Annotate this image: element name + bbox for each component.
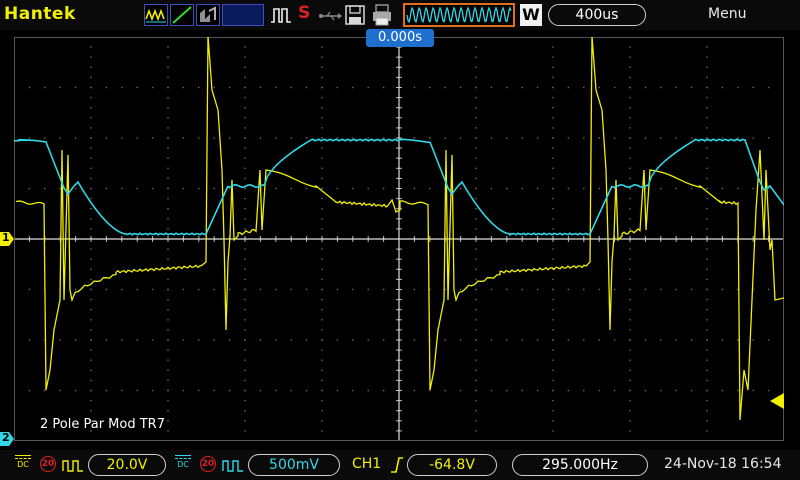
acquire-mode-button[interactable]: W bbox=[520, 4, 542, 26]
trigger-level-marker[interactable] bbox=[770, 393, 784, 413]
trigger-level-readout[interactable]: -64.8V bbox=[407, 454, 497, 476]
ch1-level-marker[interactable]: 1 bbox=[0, 231, 14, 246]
ch1-bandwidth-limit-icon[interactable]: 20 bbox=[40, 456, 56, 472]
pulse-trigger-icon[interactable] bbox=[270, 6, 292, 28]
frequency-readout: 295.000Hz bbox=[512, 454, 648, 476]
ch1-invert-icon[interactable] bbox=[62, 458, 84, 477]
channel-status-box bbox=[222, 4, 264, 26]
rising-edge-icon[interactable] bbox=[390, 456, 404, 478]
ch2-bandwidth-limit-icon[interactable]: 20 bbox=[200, 456, 216, 472]
persist-wave-icon[interactable] bbox=[196, 4, 220, 26]
waveform-display: 0.000s 2 Pole Par Mod TR7 bbox=[14, 29, 784, 441]
brand-logo: Hantek bbox=[4, 4, 76, 24]
save-icon[interactable] bbox=[345, 5, 365, 29]
graticule-grid bbox=[14, 37, 784, 441]
trigger-time-indicator[interactable]: 0.000s bbox=[366, 29, 434, 47]
ch2-level-marker[interactable]: 2 bbox=[0, 431, 14, 446]
datetime-display: 24-Nov-18 16:54 bbox=[664, 456, 782, 472]
trigger-status-indicator: S bbox=[298, 3, 311, 23]
waveform-memory-indicator[interactable] bbox=[403, 3, 515, 27]
timebase-readout[interactable]: 400us bbox=[548, 4, 646, 26]
top-toolbar: Hantek S W 400us Menu bbox=[0, 0, 800, 30]
waveform-label: 2 Pole Par Mod TR7 bbox=[40, 417, 165, 432]
ch2-scale-readout[interactable]: 500mV bbox=[248, 454, 340, 476]
ch2-dc-coupling-icon[interactable]: DC bbox=[175, 455, 191, 469]
ch1-dc-coupling-icon[interactable]: DC bbox=[15, 455, 31, 469]
status-bar: DC 20 20.0V DC 20 500mV CH1 -64.8V 295.0… bbox=[0, 450, 800, 480]
ch2-invert-icon[interactable] bbox=[222, 458, 244, 477]
print-icon[interactable] bbox=[371, 4, 393, 30]
ch1-scale-readout[interactable]: 20.0V bbox=[88, 454, 166, 476]
trigger-source[interactable]: CH1 bbox=[352, 456, 381, 472]
ramp-wave-icon[interactable] bbox=[170, 4, 194, 26]
usb-icon[interactable] bbox=[318, 8, 342, 27]
dc-coupling-wave-icon[interactable] bbox=[144, 4, 168, 26]
menu-button[interactable]: Menu bbox=[708, 6, 746, 22]
